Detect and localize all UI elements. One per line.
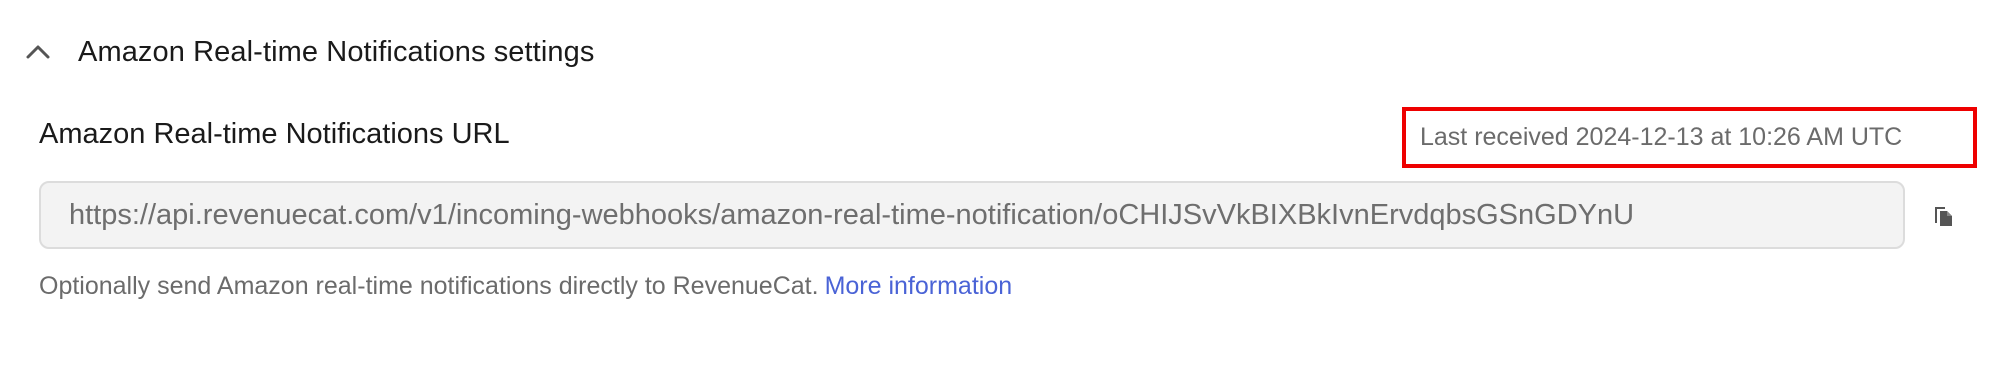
more-information-link[interactable]: More information	[825, 272, 1013, 300]
url-label: Amazon Real-time Notifications URL	[39, 118, 510, 150]
last-received-status: Last received 2024-12-13 at 10:26 AM UTC	[1402, 107, 1977, 168]
section-header[interactable]: Amazon Real-time Notifications settings	[22, 30, 594, 74]
chevron-up-icon[interactable]	[22, 36, 54, 68]
copy-icon[interactable]	[1932, 202, 1956, 233]
notification-url-value[interactable]: https://api.revenuecat.com/v1/incoming-w…	[69, 199, 1634, 232]
section-title: Amazon Real-time Notifications settings	[78, 35, 595, 68]
help-description: Optionally send Amazon real-time notific…	[39, 272, 819, 300]
last-received-text: Last received 2024-12-13 at 10:26 AM UTC	[1420, 123, 1903, 151]
copy-url-button[interactable]	[1930, 203, 1958, 231]
notification-url-field[interactable]: https://api.revenuecat.com/v1/incoming-w…	[39, 181, 1905, 249]
help-text: Optionally send Amazon real-time notific…	[39, 272, 1012, 301]
